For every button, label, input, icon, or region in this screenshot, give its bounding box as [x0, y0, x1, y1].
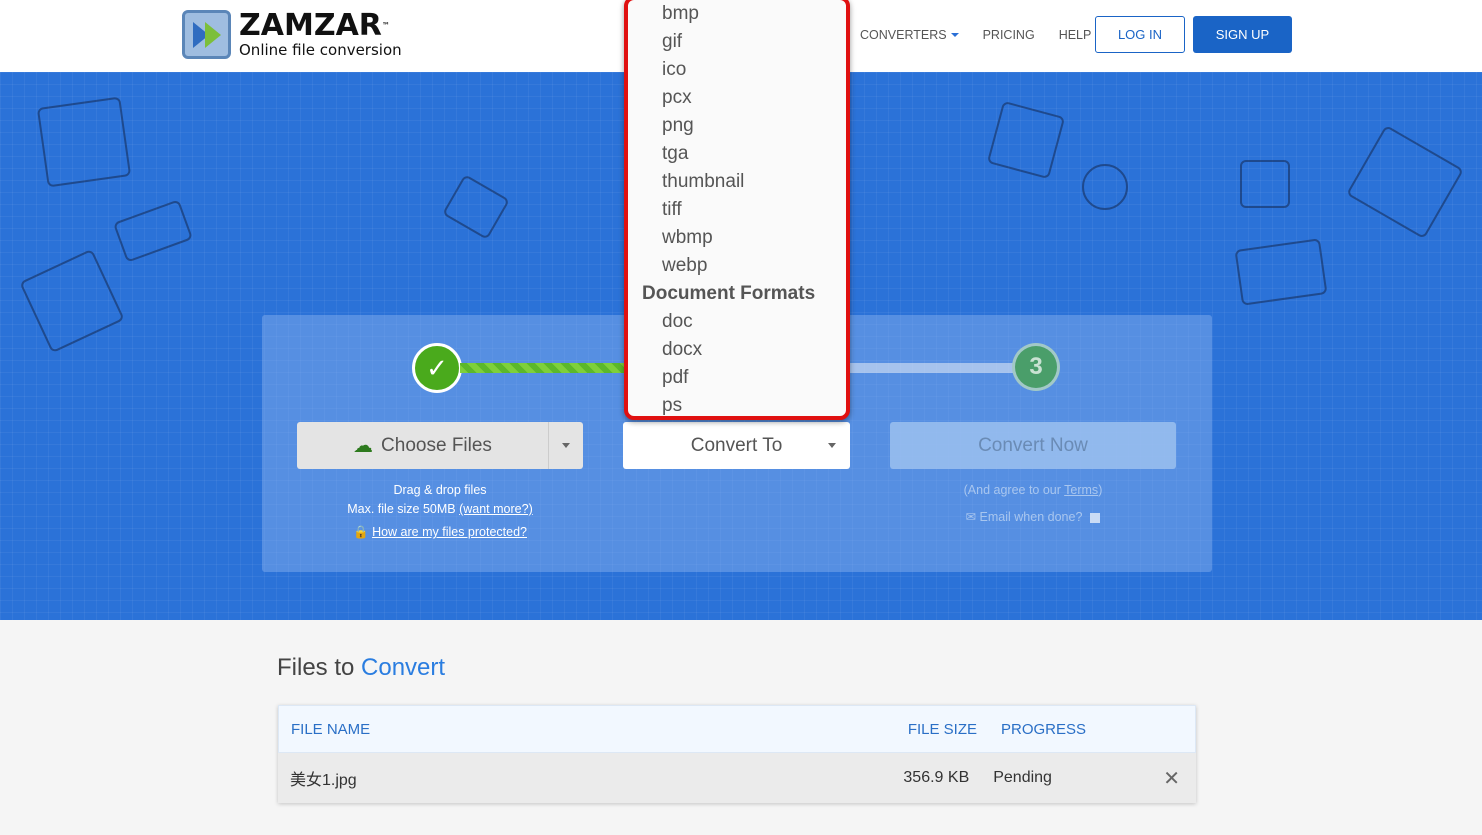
nav-help[interactable]: HELP — [1059, 28, 1092, 42]
step-3-indicator: 3 — [1012, 343, 1060, 391]
drag-drop-text: Drag & drop files — [393, 483, 487, 497]
column-file-size: FILE SIZE — [907, 720, 977, 738]
nav-label: CONVERTERS — [860, 27, 947, 42]
caret-down-icon — [828, 443, 836, 448]
zamzar-logo[interactable]: ZAMZAR™ Online file conversion — [182, 10, 402, 59]
film-icon — [441, 174, 511, 240]
image-icon — [1240, 160, 1290, 208]
terms-link[interactable]: Terms — [1064, 483, 1098, 497]
nav-pricing[interactable]: PRICING — [983, 28, 1035, 42]
nav-converters[interactable]: CONVERTERS — [860, 28, 959, 42]
format-option-pdf[interactable]: pdf — [628, 364, 846, 392]
ps-file-icon — [36, 96, 132, 188]
files-table: FILE NAME FILE SIZE PROGRESS 美女1.jpg 356… — [278, 705, 1196, 803]
format-group-label: Document Formats — [642, 283, 816, 304]
refresh-icon — [986, 100, 1066, 180]
files-protected-link[interactable]: How are my files protected? — [372, 525, 527, 539]
title-part: Files to — [277, 654, 362, 681]
file-size: 356.9 KB — [903, 769, 970, 786]
column-file-name: FILE NAME — [291, 720, 371, 738]
convert-info: (And agree to our Terms) ✉ Email when do… — [890, 481, 1176, 527]
play-icon — [1082, 164, 1128, 210]
choose-files-label: Choose Files — [381, 434, 492, 456]
signup-button[interactable]: SIGN UP — [1193, 16, 1292, 53]
format-option-tga[interactable]: tga — [628, 140, 846, 168]
main-nav: CONVERTERS PRICING HELP — [860, 16, 1115, 53]
format-option-ps[interactable]: ps — [628, 392, 846, 416]
cloud-upload-icon: ☁ — [353, 435, 374, 457]
want-more-link[interactable]: (want more?) — [459, 502, 533, 516]
avi-file-icon — [1346, 124, 1464, 240]
step-1-complete-icon: ✓ — [412, 343, 462, 393]
file-progress: Pending — [993, 769, 1052, 786]
convert-to-select[interactable]: Convert To — [623, 422, 850, 469]
cassette-icon — [112, 199, 194, 263]
agree-suffix: ) — [1098, 483, 1103, 497]
envelope-icon: ✉ — [965, 510, 977, 524]
table-row: 美女1.jpg 356.9 KB Pending ✕ — [278, 753, 1196, 803]
tagline: Online file conversion — [239, 40, 402, 59]
choose-files-button[interactable]: ☁ Choose Files — [297, 422, 583, 469]
logo-icon — [182, 10, 231, 59]
email-when-done-checkbox[interactable] — [1090, 512, 1101, 523]
progress-bar-step1 — [460, 363, 625, 373]
convert-to-label: Convert To — [690, 434, 783, 456]
brand-name: ZAMZAR — [239, 7, 382, 43]
convert-now-button[interactable]: Convert Now — [890, 422, 1176, 469]
progress-bar-step2 — [850, 363, 1015, 373]
cad-file-icon — [19, 248, 125, 354]
format-option-thumbnail[interactable]: thumbnail — [628, 168, 846, 196]
caret-down-icon — [950, 33, 959, 38]
format-dropdown-list[interactable]: bmp gif ico pcx png tga thumbnail tiff wbmp webp D… — [624, 0, 850, 420]
format-option-doc[interactable]: doc — [628, 308, 846, 336]
format-option-png[interactable]: png — [628, 112, 846, 140]
email-when-done-label: Email when done? — [979, 510, 1083, 524]
trademark: ™ — [381, 20, 390, 30]
upload-info: Drag & drop files Max. file size 50MB (w… — [297, 481, 583, 542]
laptop-icon — [1234, 238, 1328, 306]
format-option-ico[interactable]: ico — [628, 56, 846, 84]
format-option-tiff[interactable]: tiff — [628, 196, 846, 224]
choose-files-dropdown[interactable] — [549, 443, 583, 448]
max-size-text: Max. file size 50MB — [347, 502, 460, 516]
agree-text: (And agree to our — [963, 483, 1065, 497]
format-option-webp[interactable]: webp — [628, 252, 846, 280]
table-header: FILE NAME FILE SIZE PROGRESS — [278, 705, 1196, 753]
caret-down-icon — [562, 443, 570, 448]
login-button[interactable]: LOG IN — [1095, 16, 1185, 53]
column-progress: PROGRESS — [1001, 720, 1087, 738]
files-to-convert-title: Files to Convert — [277, 654, 445, 682]
format-option-wbmp[interactable]: wbmp — [628, 224, 846, 252]
lock-icon: 🔒 — [353, 525, 369, 539]
format-option-gif[interactable]: gif — [628, 28, 846, 56]
format-option-docx[interactable]: docx — [628, 336, 846, 364]
format-option-pcx[interactable]: pcx — [628, 84, 846, 112]
remove-file-icon[interactable]: ✕ — [1163, 766, 1180, 791]
file-name: 美女1.jpg — [290, 772, 357, 789]
title-accent: Convert — [361, 654, 446, 681]
format-option-bmp[interactable]: bmp — [628, 0, 846, 28]
